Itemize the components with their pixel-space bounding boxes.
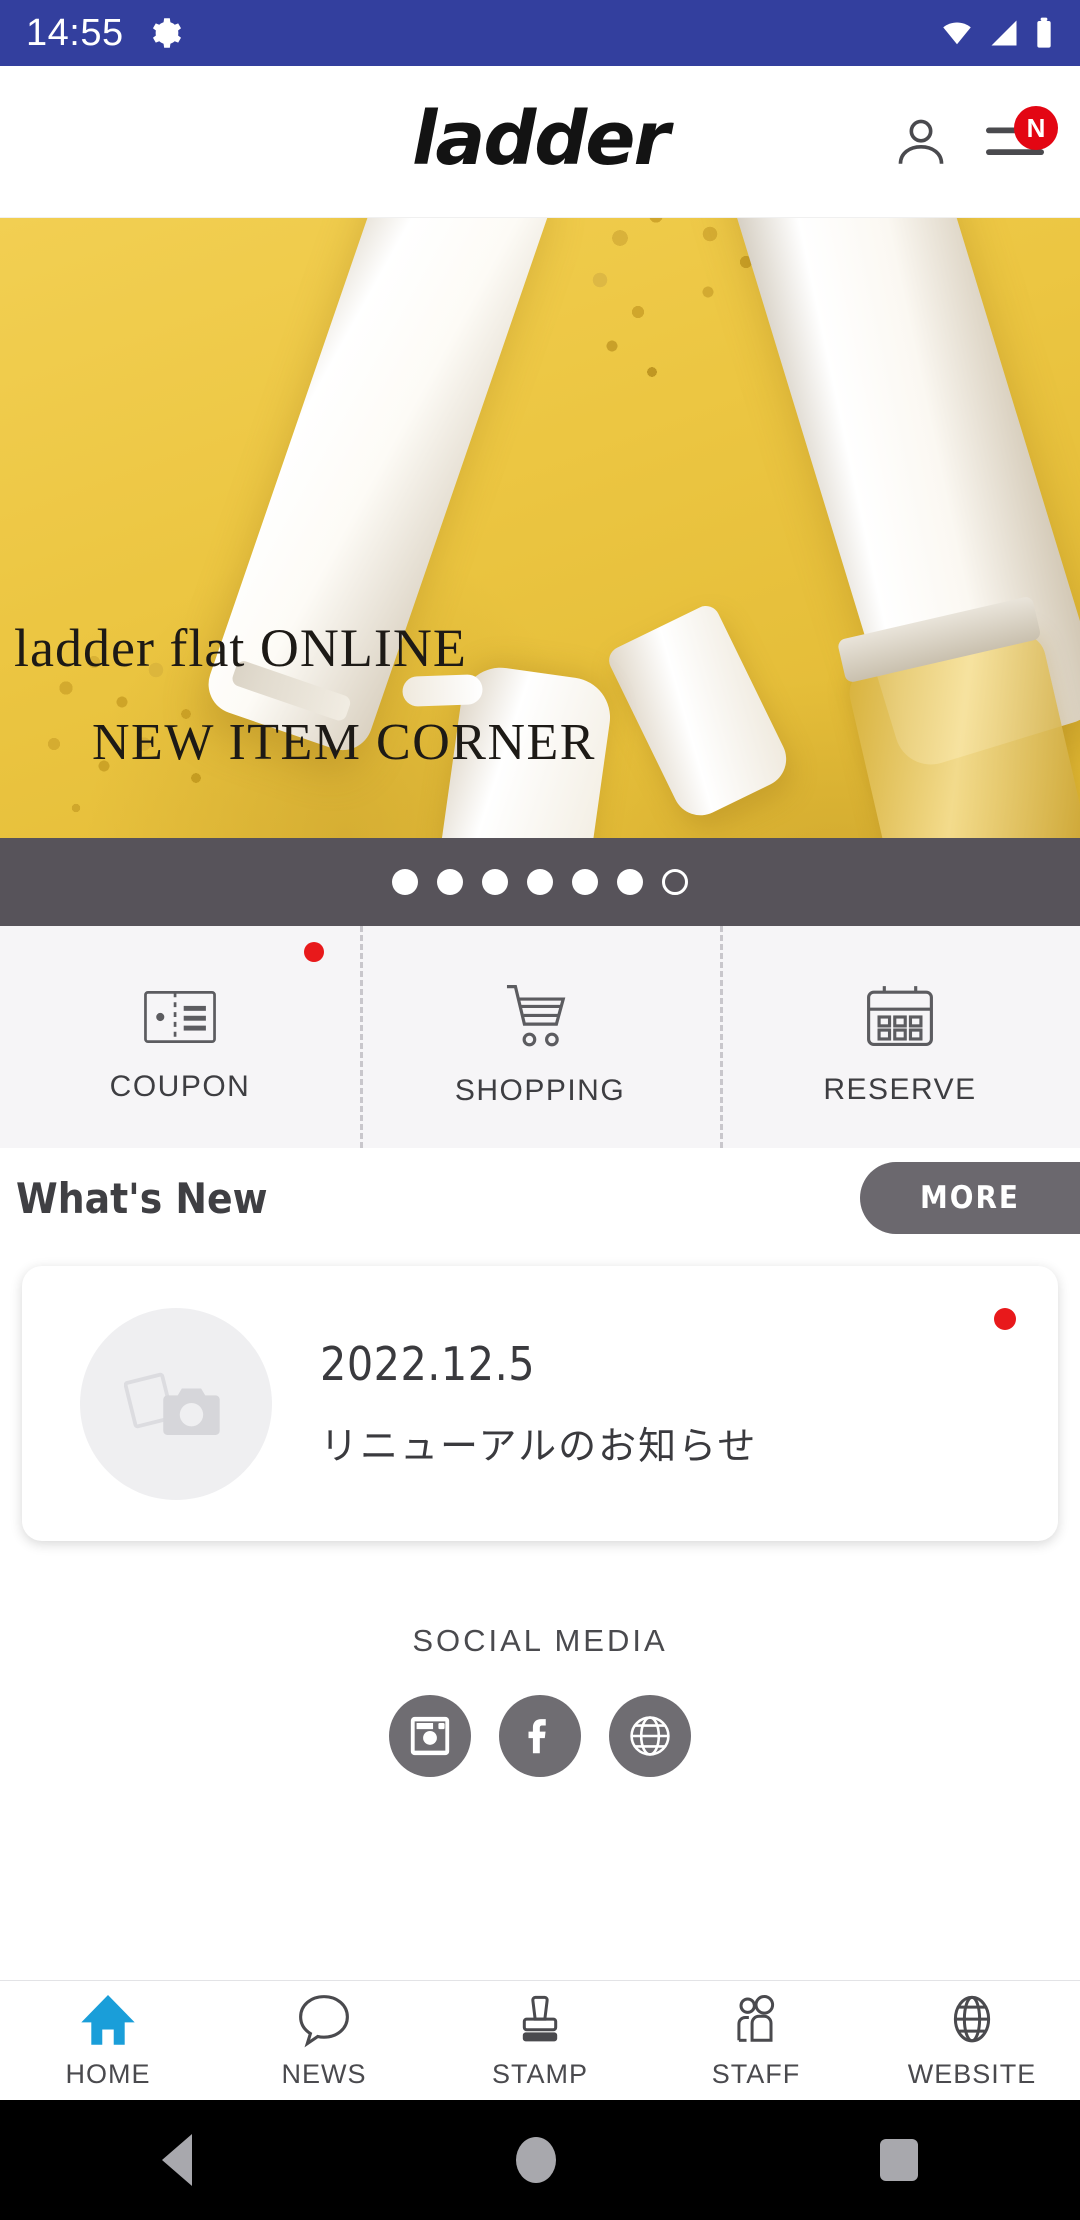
carousel-dot[interactable] xyxy=(392,869,418,895)
android-home-button[interactable] xyxy=(516,2137,556,2183)
brand-logo-text: ladder xyxy=(412,95,670,182)
menu-button[interactable]: N xyxy=(986,105,1058,164)
coupon-ticket-icon xyxy=(144,990,216,1044)
quick-action-label: SHOPPING xyxy=(454,1074,626,1107)
news-thumbnail xyxy=(80,1307,272,1500)
menu-notification-badge: N xyxy=(1014,105,1058,150)
stamp-icon xyxy=(522,1995,558,2042)
person-icon xyxy=(898,119,944,164)
news-unread-dot xyxy=(994,1308,1016,1330)
nav-item-staff[interactable]: STAFF xyxy=(648,1991,864,2090)
battery-icon xyxy=(1037,17,1051,48)
quick-action-reserve[interactable]: RESERVE xyxy=(720,926,1080,1148)
news-title: リニューアルのお知らせ xyxy=(320,1426,758,1468)
carousel-dot[interactable] xyxy=(617,869,643,895)
quick-action-label: RESERVE xyxy=(823,1073,977,1106)
nav-item-home[interactable]: HOME xyxy=(0,1991,216,2090)
carousel-dot[interactable] xyxy=(482,869,508,895)
section-title: What's New xyxy=(16,1173,268,1223)
speech-bubble-icon xyxy=(299,1995,349,2048)
social-media-section: SOCIAL MEDIA xyxy=(0,1541,1080,1777)
carousel-dot-current[interactable] xyxy=(662,869,688,895)
quick-action-coupon[interactable]: COUPON xyxy=(0,926,360,1148)
signal-icon xyxy=(991,20,1017,46)
calendar-icon xyxy=(867,986,933,1047)
news-card[interactable]: 2022.12.5 リニューアルのお知らせ xyxy=(22,1266,1058,1541)
nav-item-news[interactable]: NEWS xyxy=(216,1991,432,2090)
nav-label: NEWS xyxy=(281,2059,367,2089)
carousel-indicator[interactable] xyxy=(0,838,1080,926)
whats-new-more-button[interactable]: MORE xyxy=(860,1162,1080,1234)
header-actions: N xyxy=(892,105,1080,171)
quick-actions-bar: COUPON SHOPPING RESERVE xyxy=(0,926,1080,1148)
app-header: ladder N xyxy=(0,66,1080,218)
gear-icon xyxy=(148,16,182,50)
news-content: 2022.12.5 リニューアルのお知らせ xyxy=(320,1337,757,1470)
status-bar: 14:55 xyxy=(0,0,1080,66)
globe-icon xyxy=(630,1716,670,1756)
dropper-bottle xyxy=(844,628,1080,838)
social-media-links xyxy=(0,1695,1080,1777)
shopping-cart-icon xyxy=(506,985,566,1047)
photo-placeholder-icon xyxy=(124,1372,220,1435)
pump-bottle xyxy=(438,662,616,838)
home-icon xyxy=(81,1994,135,2045)
instagram-icon xyxy=(410,1716,450,1756)
nav-label: STAMP xyxy=(491,2059,588,2089)
social-link-facebook[interactable] xyxy=(499,1695,581,1777)
nav-label: STAFF xyxy=(711,2059,801,2089)
dried-sprig-decoration xyxy=(36,648,266,838)
social-link-website[interactable] xyxy=(609,1695,691,1777)
android-recents-button[interactable] xyxy=(880,2139,918,2181)
quick-action-shopping[interactable]: SHOPPING xyxy=(360,926,720,1148)
android-navigation-bar xyxy=(0,2100,1080,2220)
coupon-notification-dot xyxy=(304,942,324,962)
account-button[interactable] xyxy=(892,113,950,171)
status-bar-clock: 14:55 xyxy=(26,12,124,54)
people-icon xyxy=(737,1994,775,2042)
nav-label: WEBSITE xyxy=(907,2059,1037,2089)
globe-icon xyxy=(953,1995,991,2043)
social-media-title: SOCIAL MEDIA xyxy=(412,1623,668,1658)
carousel-dot[interactable] xyxy=(572,869,598,895)
news-date: 2022.12.5 xyxy=(320,1337,536,1391)
nav-label: HOME xyxy=(65,2059,151,2089)
quick-action-label: COUPON xyxy=(109,1070,251,1103)
nav-item-website[interactable]: WEBSITE xyxy=(864,1991,1080,2090)
hero-banner[interactable]: ladder flat ONLINE NEW ITEM CORNER xyxy=(0,218,1080,838)
social-link-instagram[interactable] xyxy=(389,1695,471,1777)
whats-new-header: What's New MORE xyxy=(0,1148,1080,1248)
nav-item-stamp[interactable]: STAMP xyxy=(432,1991,648,2090)
facebook-icon xyxy=(528,1719,547,1754)
wifi-icon xyxy=(943,22,971,45)
news-list: 2022.12.5 リニューアルのお知らせ xyxy=(0,1248,1080,1541)
android-back-button[interactable] xyxy=(162,2134,192,2186)
bottom-navigation: HOME NEWS STAMP STAFF WEBSITE xyxy=(0,1980,1080,2100)
carousel-dot[interactable] xyxy=(437,869,463,895)
carousel-dot[interactable] xyxy=(527,869,553,895)
status-bar-indicators xyxy=(940,17,1054,49)
